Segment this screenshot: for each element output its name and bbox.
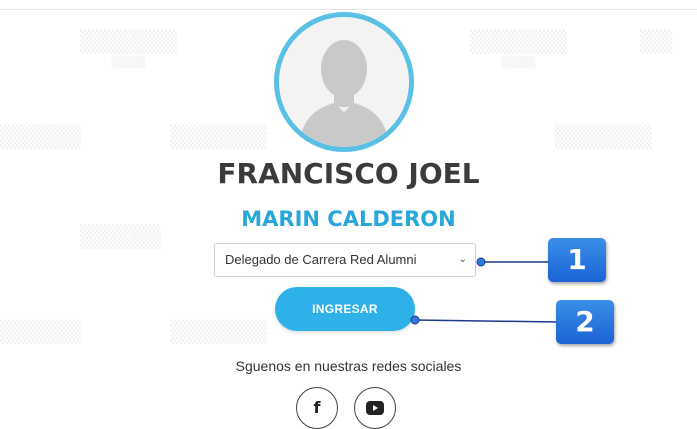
annotation-badge-2: 2 [556, 300, 614, 344]
annotation-badge-1: 1 [548, 238, 606, 282]
callout-lines [410, 257, 559, 325]
